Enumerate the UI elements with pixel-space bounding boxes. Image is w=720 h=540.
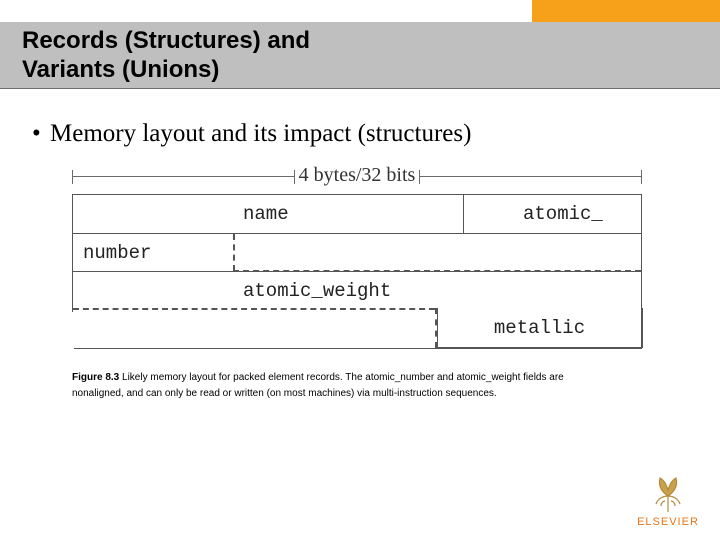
memory-layout-figure: 4 bytes/32 bits name atomic_ number atom…	[72, 160, 642, 349]
publisher-logo: ELSEVIER	[632, 466, 704, 528]
eraser-overlay	[72, 314, 436, 318]
figure-caption: Figure 8.3 Likely memory layout for pack…	[72, 370, 632, 402]
tree-icon	[644, 466, 692, 514]
publisher-name: ELSEVIER	[632, 516, 704, 528]
mem-row-1: name atomic_	[73, 195, 641, 233]
bracket-cap-icon	[419, 170, 420, 184]
bracket-cap-icon	[641, 170, 642, 184]
eraser-overlay	[72, 350, 436, 356]
mem-row-3: atomic_weight	[73, 271, 641, 309]
bracket-line-icon	[420, 176, 642, 177]
caption-line-2a: nonaligned, and can only be read or writ…	[72, 388, 373, 399]
field-label-atomic: atomic_	[523, 203, 603, 225]
field-label-metallic: metallic	[494, 317, 585, 339]
bullet-item: •Memory layout and its impact (structure…	[32, 118, 471, 150]
width-indicator: 4 bytes/32 bits	[72, 160, 642, 194]
title-line-2: Variants (Unions)	[22, 56, 219, 83]
slide-title: Records (Structures) and Variants (Union…	[22, 26, 310, 84]
mem-row-2: number	[73, 233, 641, 271]
accent-bar	[532, 0, 720, 22]
caption-figure-number: Figure 8.3	[72, 372, 119, 383]
field-label-name: name	[243, 203, 289, 225]
field-label-atomic-weight: atomic_weight	[243, 280, 391, 302]
field-divider-icon	[463, 195, 464, 233]
caption-line-1: Likely memory layout for packed element …	[119, 372, 563, 383]
bullet-dot-icon: •	[32, 118, 50, 150]
caption-line-2b: multi-instruction sequences.	[373, 388, 497, 399]
dashed-divider-icon	[233, 234, 235, 271]
bullet-text: Memory layout and its impact (structures…	[50, 120, 471, 147]
title-line-1: Records (Structures) and	[22, 27, 310, 54]
slide: Records (Structures) and Variants (Union…	[0, 0, 720, 540]
memory-box: name atomic_ number atomic_weight metall…	[72, 194, 642, 349]
field-label-number: number	[83, 242, 151, 264]
field-box-metallic: metallic	[437, 308, 643, 348]
title-bar: Records (Structures) and Variants (Union…	[0, 22, 720, 89]
